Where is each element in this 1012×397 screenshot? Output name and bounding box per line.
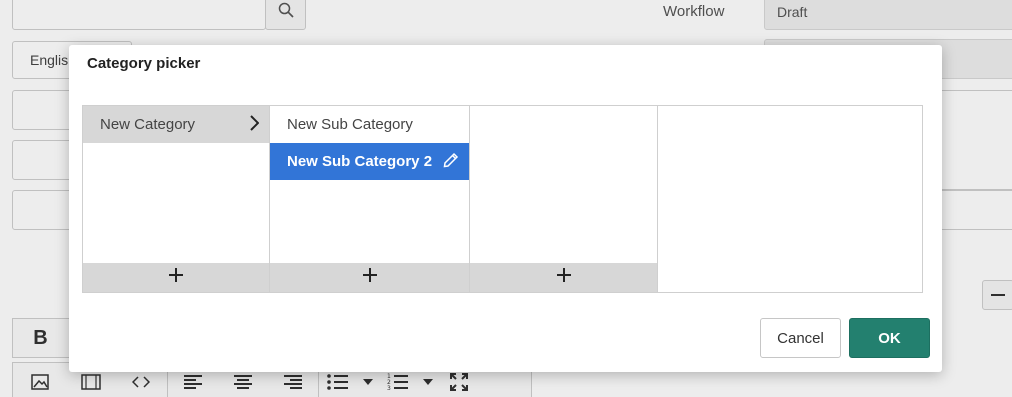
- cancel-button[interactable]: Cancel: [760, 318, 841, 358]
- plus-icon: [362, 267, 378, 288]
- add-subcategory-button[interactable]: [270, 263, 469, 292]
- plus-icon: [168, 267, 184, 288]
- category-picker-dialog: Category picker New Category New Sub Cat…: [69, 45, 942, 372]
- category-column-3: [470, 106, 658, 292]
- add-category-level-3-button[interactable]: [470, 263, 657, 292]
- subcategory-item[interactable]: New Sub Category: [270, 106, 469, 143]
- category-column-1: New Category: [83, 106, 270, 292]
- category-column-4: [658, 106, 922, 292]
- category-column-2: New Sub Category New Sub Category 2: [270, 106, 470, 292]
- subcategory-item-selected[interactable]: New Sub Category 2: [270, 143, 469, 180]
- add-category-button[interactable]: [83, 263, 269, 292]
- pencil-icon[interactable]: [443, 152, 459, 172]
- chevron-right-icon: [249, 114, 260, 135]
- dialog-footer: Cancel OK: [760, 318, 930, 358]
- plus-icon: [556, 267, 572, 288]
- dialog-title: Category picker: [87, 55, 201, 72]
- ok-button[interactable]: OK: [849, 318, 930, 358]
- category-columns: New Category New Sub Category New Sub Ca…: [82, 105, 923, 293]
- category-item-new-category[interactable]: New Category: [83, 106, 269, 143]
